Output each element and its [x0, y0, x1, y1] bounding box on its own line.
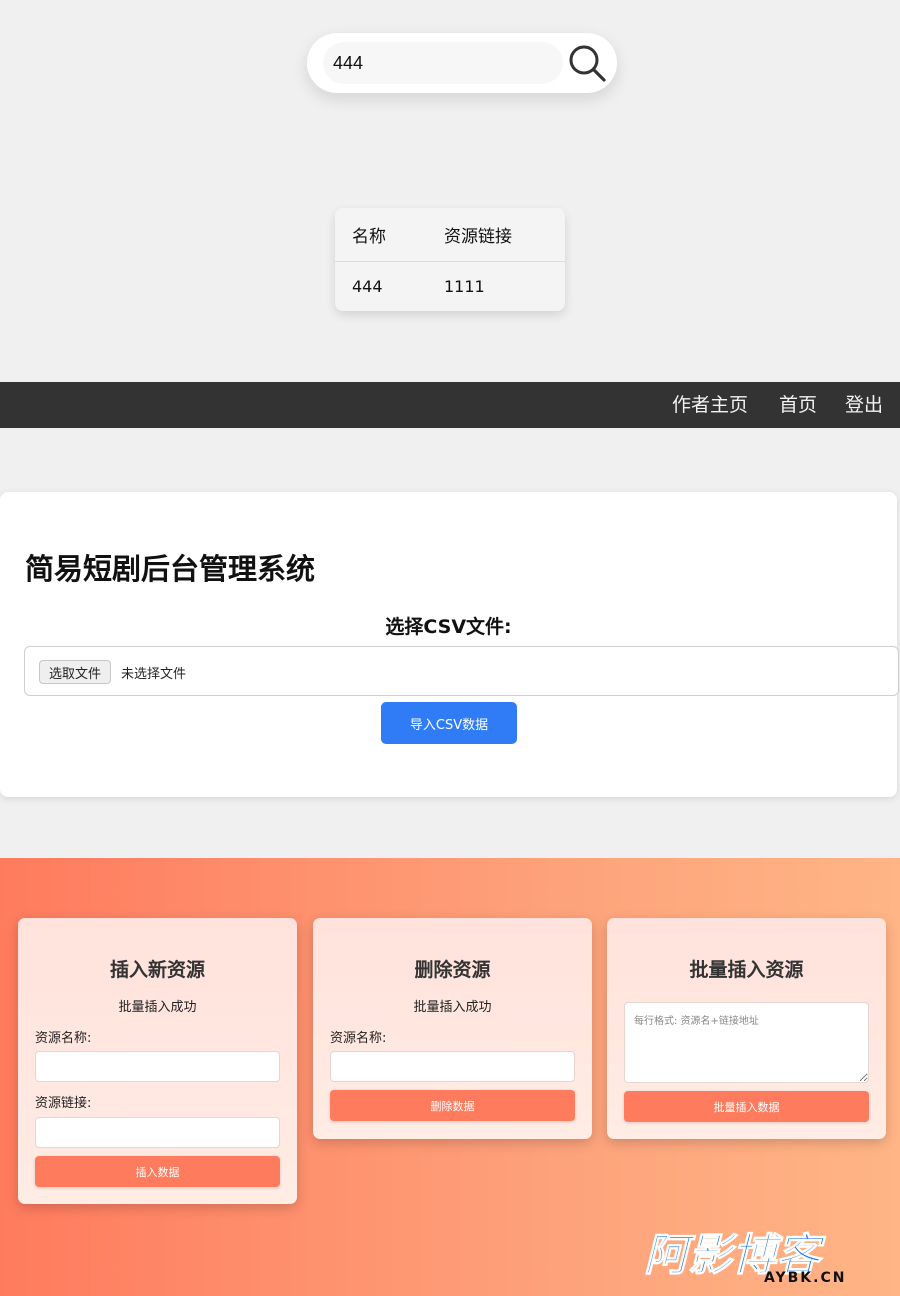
- watermark-logo-graphic: 阿影博客 AYBK.CN: [644, 1230, 846, 1287]
- resource-section: 插入新资源 批量插入成功 资源名称: 资源链接: 插入数据 删除资源 批量插入成…: [0, 858, 900, 1296]
- delete-data-button[interactable]: 删除数据: [330, 1090, 575, 1121]
- nav-logout[interactable]: 登出: [845, 390, 883, 417]
- table-row: 444 1111: [335, 261, 565, 311]
- file-input[interactable]: 选取文件 未选择文件: [24, 646, 899, 696]
- watermark-logo: 阿影博客 AYBK.CN: [642, 1226, 882, 1287]
- delete-name-input[interactable]: [330, 1051, 575, 1082]
- insert-name-input[interactable]: [35, 1051, 280, 1082]
- watermark-domain: AYBK.CN: [764, 1270, 846, 1284]
- results-table-card: 名称 资源链接 444 1111: [335, 208, 565, 311]
- insert-resource-card: 插入新资源 批量插入成功 资源名称: 资源链接: 插入数据: [18, 918, 297, 1204]
- page-title: 简易短剧后台管理系统: [25, 552, 316, 586]
- search-button[interactable]: [564, 40, 610, 86]
- column-header-name: 名称: [335, 208, 444, 262]
- choose-file-button[interactable]: 选取文件: [39, 660, 112, 684]
- insert-link-label: 资源链接:: [35, 1096, 92, 1111]
- delete-name-label: 资源名称:: [330, 1031, 387, 1046]
- cell-link: 1111: [444, 276, 485, 296]
- bulk-insert-card: 批量插入资源 批量插入数据: [607, 918, 886, 1139]
- search-icon: [569, 45, 606, 82]
- cell-name: 444: [352, 276, 383, 296]
- search-input[interactable]: [323, 42, 563, 84]
- nav-home[interactable]: 首页: [779, 390, 817, 417]
- nav-author-home[interactable]: 作者主页: [672, 390, 748, 417]
- bulk-insert-button[interactable]: 批量插入数据: [624, 1091, 869, 1122]
- results-table: 名称 资源链接 444 1111: [335, 208, 565, 311]
- top-navbar: 作者主页 首页 登出: [0, 382, 900, 428]
- file-status-text: 未选择文件: [121, 667, 187, 682]
- admin-section: 作者主页 首页 登出 简易短剧后台管理系统 选择CSV文件: 选取文件 未选择文…: [0, 382, 900, 858]
- insert-name-label: 资源名称:: [35, 1031, 92, 1046]
- delete-status-message: 批量插入成功: [413, 1000, 492, 1015]
- table-header-row: 名称 资源链接: [335, 208, 565, 262]
- csv-import-card: 简易短剧后台管理系统 选择CSV文件: 选取文件 未选择文件 导入CSV数据: [0, 492, 899, 797]
- bulk-card-title: 批量插入资源: [689, 959, 804, 981]
- insert-data-button[interactable]: 插入数据: [35, 1156, 280, 1187]
- search-section: 名称 资源链接 444 1111: [0, 0, 900, 382]
- insert-card-title: 插入新资源: [109, 959, 205, 981]
- insert-link-input[interactable]: [35, 1117, 280, 1148]
- bulk-insert-textarea[interactable]: [624, 1002, 869, 1083]
- delete-card-title: 删除资源: [414, 959, 491, 981]
- delete-resource-card: 删除资源 批量插入成功 资源名称: 删除数据: [313, 918, 592, 1139]
- column-header-link: 资源链接: [444, 208, 565, 262]
- csv-file-label: 选择CSV文件:: [385, 616, 512, 638]
- insert-status-message: 批量插入成功: [118, 1000, 197, 1015]
- import-csv-button[interactable]: 导入CSV数据: [381, 702, 517, 744]
